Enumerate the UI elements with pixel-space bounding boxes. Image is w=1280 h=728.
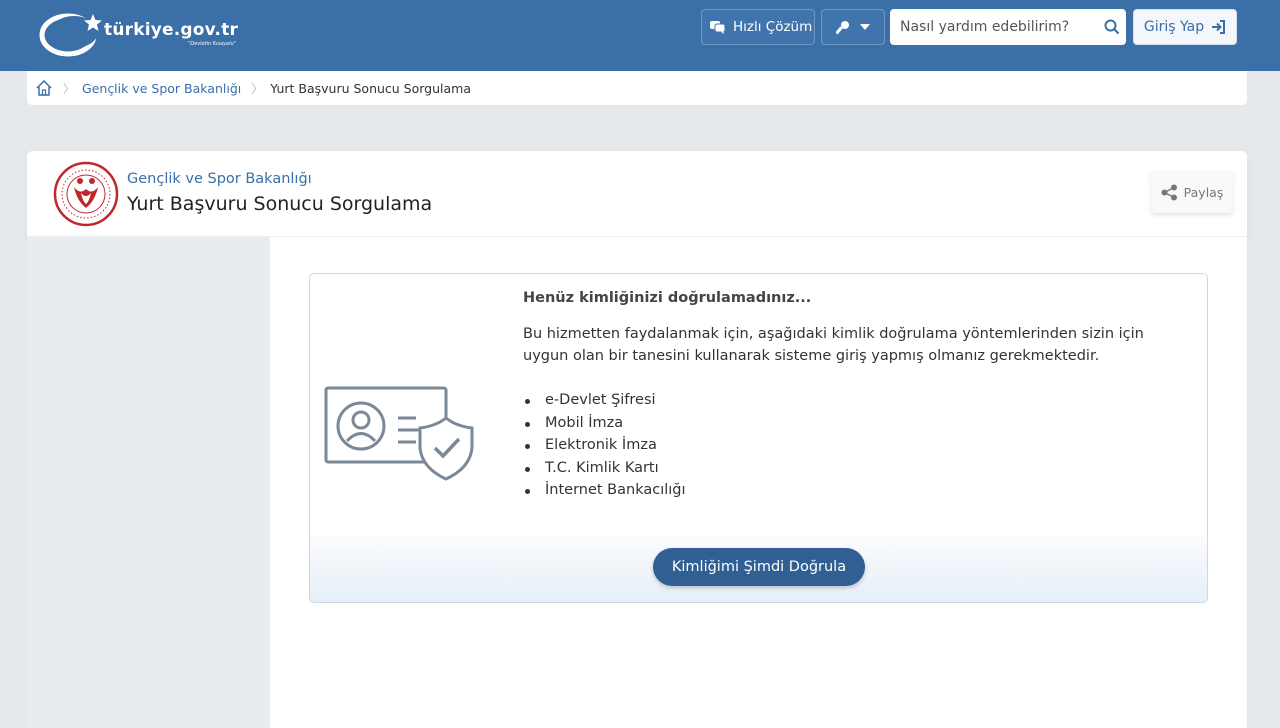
- list-item: Elektronik İmza: [523, 434, 1193, 457]
- breadcrumb-separator: 〉: [63, 81, 76, 96]
- key-menu-button[interactable]: [821, 9, 885, 45]
- share-icon: [1161, 184, 1177, 200]
- chevron-down-icon: [860, 24, 870, 30]
- service-card: Gençlik ve Spor Bakanlığı Yurt Başvuru S…: [27, 151, 1247, 728]
- breadcrumb: 〉 Gençlik ve Spor Bakanlığı 〉 Yurt Başvu…: [27, 71, 1247, 105]
- list-item: T.C. Kimlik Kartı: [523, 457, 1193, 480]
- quick-solution-button[interactable]: Hızlı Çözüm: [701, 9, 815, 45]
- breadcrumb-separator: 〉: [251, 81, 264, 96]
- list-item: Mobil İmza: [523, 412, 1193, 435]
- search-input[interactable]: [900, 9, 1095, 45]
- breadcrumb-link-ministry[interactable]: Gençlik ve Spor Bakanlığı: [82, 81, 241, 96]
- main-content: Henüz kimliğinizi doğrulamadınız... Bu h…: [270, 237, 1247, 728]
- quick-solution-label: Hızlı Çözüm: [733, 19, 813, 35]
- id-card-shield-icon: [324, 386, 474, 481]
- sign-in-icon: [1212, 20, 1226, 34]
- auth-heading: Henüz kimliğinizi doğrulamadınız...: [523, 290, 812, 306]
- auth-description: Bu hizmetten faydalanmak için, aşağıdaki…: [523, 326, 1144, 364]
- share-label: Paylaş: [1183, 184, 1224, 200]
- service-header: Gençlik ve Spor Bakanlığı Yurt Başvuru S…: [27, 151, 1247, 237]
- verify-identity-button[interactable]: Kimliğimi Şimdi Doğrula: [653, 548, 865, 586]
- logo-slogan: "Devletin Kısayolu": [188, 41, 236, 47]
- breadcrumb-current: Yurt Başvuru Sonucu Sorgulama: [270, 80, 472, 96]
- share-button[interactable]: Paylaş: [1151, 171, 1233, 213]
- list-item: e-Devlet Şifresi: [523, 389, 1193, 412]
- search-box: [890, 9, 1126, 45]
- search-icon[interactable]: [1104, 19, 1120, 35]
- page-title: Yurt Başvuru Sonucu Sorgulama: [127, 193, 433, 215]
- logo-text: türkiye.gov.tr: [104, 20, 239, 40]
- chat-bubbles-icon: [710, 21, 726, 34]
- auth-method-list: e-Devlet Şifresi Mobil İmza Elektronik İ…: [523, 389, 1193, 502]
- auth-required-box: Henüz kimliğinizi doğrulamadınız... Bu h…: [309, 273, 1208, 603]
- login-button[interactable]: Giriş Yap: [1133, 9, 1237, 45]
- home-icon[interactable]: [35, 79, 53, 97]
- top-header: türkiye.gov.tr "Devletin Kısayolu" Hızlı…: [0, 0, 1280, 71]
- login-label: Giriş Yap: [1143, 19, 1205, 35]
- institution-name[interactable]: Gençlik ve Spor Bakanlığı: [127, 171, 312, 187]
- key-icon: [836, 20, 849, 34]
- list-item: İnternet Bankacılığı: [523, 479, 1193, 502]
- ministry-emblem-icon: [53, 161, 119, 227]
- left-sidebar: [27, 237, 270, 728]
- auth-message: Henüz kimliğinizi doğrulamadınız... Bu h…: [523, 290, 1193, 502]
- turkiye-gov-logo[interactable]: türkiye.gov.tr "Devletin Kısayolu": [38, 6, 258, 60]
